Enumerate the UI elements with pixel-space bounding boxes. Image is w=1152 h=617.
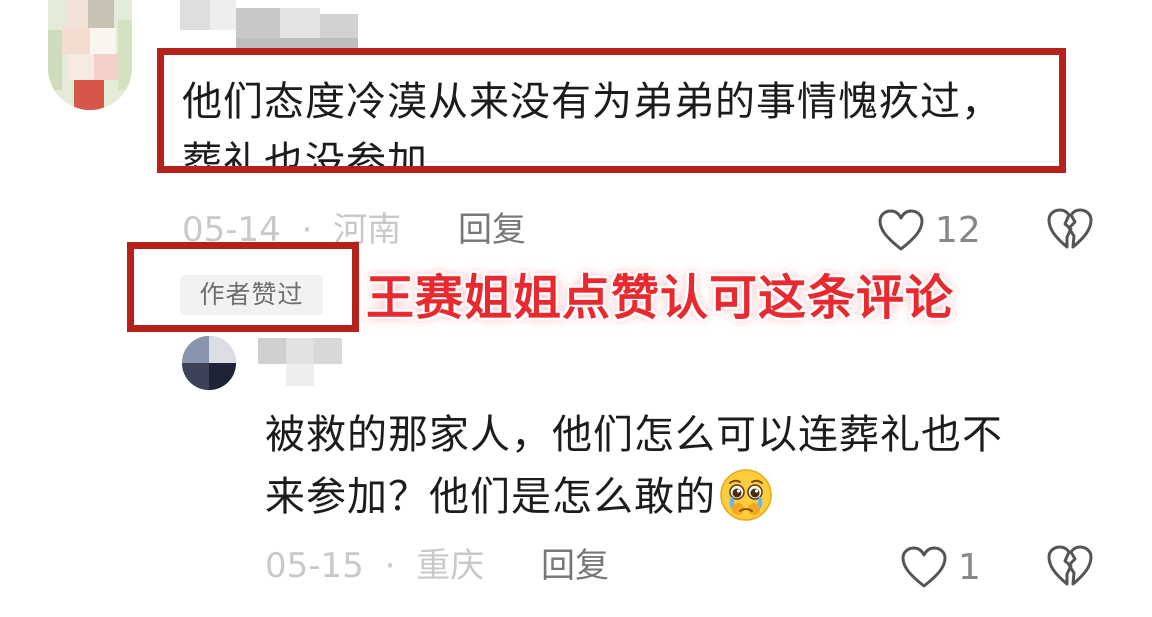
author-liked-badge: 作者赞过 (180, 275, 323, 315)
broken-heart-icon (1047, 545, 1093, 586)
comment-text: 被救的那家人，他们怎么可以连葬礼也不 来参加？他们是怎么敢的 (265, 404, 1095, 528)
avatar[interactable] (48, 0, 132, 110)
comment-meta: 05-15 · 重庆 回复 (265, 544, 645, 588)
comment-date: 05-14 (182, 210, 281, 250)
username-pixelated[interactable] (180, 0, 380, 48)
username-pixelated[interactable] (258, 338, 348, 386)
reply-button[interactable]: 回复 (541, 544, 609, 588)
dislike-button[interactable] (1046, 207, 1094, 255)
comment-text: 他们态度冷漠从来没有为弟弟的事情愧疚过， 葬礼也没参加 (182, 72, 1062, 172)
dislike-button[interactable] (1046, 544, 1094, 592)
meta-separator: · (301, 210, 313, 250)
like-button[interactable]: 12 (877, 205, 981, 255)
comment-meta: 05-14 · 河南 回复 (182, 208, 562, 252)
reply-button[interactable]: 回复 (458, 208, 526, 252)
meta-separator: · (384, 546, 396, 586)
like-button[interactable]: 1 (900, 542, 981, 592)
avatar[interactable] (182, 336, 236, 390)
comment-text-segment: 来参加？他们是怎么敢的 (265, 474, 716, 520)
heart-outline-icon (878, 209, 924, 251)
comment-text-line: 来参加？他们是怎么敢的 (265, 466, 1095, 528)
comment-date: 05-15 (265, 546, 364, 586)
comment-text-line: 葬礼也没参加 (182, 139, 428, 172)
pleading-crying-face-icon (720, 469, 772, 521)
broken-heart-icon (1047, 208, 1093, 249)
like-count: 12 (935, 209, 981, 251)
annotation-caption: 王赛姐姐点赞认可这条评论 (366, 270, 955, 326)
comment-text-line: 他们态度冷漠从来没有为弟弟的事情愧疚过， (182, 79, 1002, 125)
comment-location: 重庆 (416, 546, 485, 586)
comment-location: 河南 (333, 210, 402, 250)
heart-outline-icon (901, 546, 947, 588)
comment-text-line: 被救的那家人，他们怎么可以连葬礼也不 (265, 412, 1003, 458)
like-count: 1 (958, 546, 981, 588)
